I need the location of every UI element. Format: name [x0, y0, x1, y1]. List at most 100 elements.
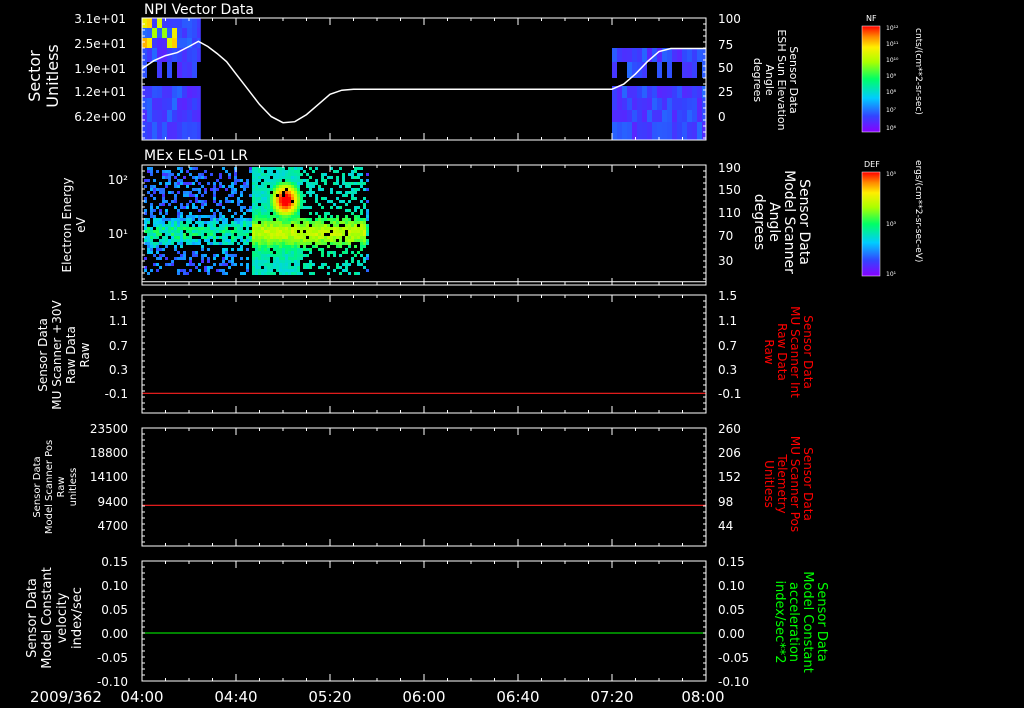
els-spectrogram-cell	[180, 269, 183, 272]
els-spectrogram-cell	[177, 191, 180, 194]
els-spectrogram-cell	[363, 260, 366, 263]
els-spectrogram-cell	[270, 182, 273, 185]
els-spectrogram-cell	[294, 179, 297, 182]
els-spectrogram-cell	[363, 233, 366, 236]
npi-spectrogram-cell	[167, 86, 172, 98]
els-spectrogram-cell	[318, 185, 321, 188]
els-spectrogram-cell	[315, 218, 318, 221]
els-spectrogram-cell	[336, 236, 339, 239]
els-spectrogram-cell	[147, 245, 150, 248]
els-spectrogram-cell	[186, 170, 189, 173]
els-spectrogram-cell	[330, 200, 333, 203]
els-spectrogram-cell	[294, 245, 297, 248]
els-spectrogram-cell	[306, 242, 309, 245]
els-spectrogram-cell	[291, 251, 294, 254]
els-spectrogram-cell	[291, 269, 294, 272]
npi-spectrogram-cell	[652, 98, 657, 110]
els-spectrogram-cell	[288, 179, 291, 182]
els-spectrogram-cell	[321, 218, 324, 221]
els-spectrogram-cell	[234, 254, 237, 257]
els-spectrogram-cell	[366, 242, 369, 245]
npi-spectrogram-cell	[147, 38, 152, 48]
els-spectrogram-cell	[348, 263, 351, 266]
els-spectrogram-cell	[147, 251, 150, 254]
els-spectrogram-cell	[273, 167, 276, 170]
els-spectrogram-cell	[264, 200, 267, 203]
els-spectrogram-cell	[309, 233, 312, 236]
npi-spectrogram-cell	[697, 122, 702, 140]
els-spectrogram-cell	[201, 200, 204, 203]
els-spectrogram-cell	[264, 209, 267, 212]
colorbar-def-tick: 10⁵	[886, 171, 897, 178]
els-spectrogram-cell	[264, 254, 267, 257]
els-spectrogram-cell	[192, 182, 195, 185]
npi-spectrogram-cell	[642, 110, 647, 122]
els-spectrogram-cell	[339, 266, 342, 269]
els-spectrogram-cell	[201, 173, 204, 176]
els-spectrogram-cell	[213, 230, 216, 233]
els-spectrogram-cell	[285, 269, 288, 272]
els-spectrogram-cell	[171, 230, 174, 233]
els-spectrogram-cell	[279, 248, 282, 251]
els-spectrogram-cell	[306, 179, 309, 182]
els-spectrogram-cell	[180, 239, 183, 242]
els-spectrogram-cell	[354, 182, 357, 185]
els-spectrogram-cell	[306, 227, 309, 230]
els-spectrogram-cell	[267, 200, 270, 203]
els-spectrogram-cell	[324, 224, 327, 227]
els-spectrogram-cell	[246, 218, 249, 221]
els-spectrogram-cell	[222, 236, 225, 239]
els-spectrogram-cell	[297, 179, 300, 182]
els-spectrogram-cell	[270, 179, 273, 182]
els-spectrogram-cell	[273, 197, 276, 200]
els-spectrogram-cell	[291, 194, 294, 197]
els-spectrogram-cell	[183, 233, 186, 236]
els-spectrogram-cell	[189, 227, 192, 230]
els-spectrogram-cell	[186, 182, 189, 185]
els-spectrogram-cell	[171, 221, 174, 224]
els-spectrogram-cell	[285, 227, 288, 230]
els-spectrogram-cell	[153, 221, 156, 224]
els-spectrogram-cell	[267, 170, 270, 173]
els-spectrogram-cell	[150, 230, 153, 233]
els-spectrogram-cell	[204, 203, 207, 206]
els-spectrogram-cell	[156, 221, 159, 224]
els-spectrogram-cell	[174, 239, 177, 242]
npi-spectrogram-cell	[677, 86, 682, 98]
npi-spectrogram-cell	[177, 98, 182, 110]
els-spectrogram-cell	[252, 203, 255, 206]
npi-spectrogram-cell	[197, 48, 201, 62]
els-spectrogram-cell	[288, 254, 291, 257]
x-axis-tick-labels: 04:00 04:40 05:20 06:00 06:40 07:20 08:0…	[120, 688, 724, 706]
els-spectrogram-cell	[156, 170, 159, 173]
els-spectrogram-cell	[156, 206, 159, 209]
els-spectrogram-cell	[291, 254, 294, 257]
els-spectrogram-cell	[255, 194, 258, 197]
els-spectrogram-cell	[333, 239, 336, 242]
els-spectrogram-cell	[321, 206, 324, 209]
els-spectrogram-cell	[303, 248, 306, 251]
els-spectrogram-cell	[294, 269, 297, 272]
els-spectrogram-cell	[270, 203, 273, 206]
panel4-left-label-line2: Model Scanner Pos	[44, 440, 55, 534]
els-spectrogram-cell	[195, 206, 198, 209]
els-spectrogram-cell	[231, 221, 234, 224]
els-spectrogram-cell	[291, 170, 294, 173]
panel4-left-tick: 9400	[97, 495, 128, 509]
els-spectrogram-cell	[324, 242, 327, 245]
els-spectrogram-cell	[348, 218, 351, 221]
els-spectrogram-cell	[366, 227, 369, 230]
els-spectrogram-cell	[189, 212, 192, 215]
els-spectrogram-cell	[345, 221, 348, 224]
els-spectrogram-cell	[291, 209, 294, 212]
els-spectrogram-cell	[162, 176, 165, 179]
els-spectrogram-cell	[228, 260, 231, 263]
els-spectrogram-cell	[300, 242, 303, 245]
els-spectrogram-cell	[276, 209, 279, 212]
x-tick-label: 08:00	[681, 688, 724, 706]
els-spectrogram-cell	[177, 185, 180, 188]
npi-spectrogram-cell	[622, 122, 627, 140]
els-spectrogram-cell	[336, 206, 339, 209]
els-spectrogram-cell	[192, 233, 195, 236]
els-spectrogram-cell	[291, 272, 294, 275]
